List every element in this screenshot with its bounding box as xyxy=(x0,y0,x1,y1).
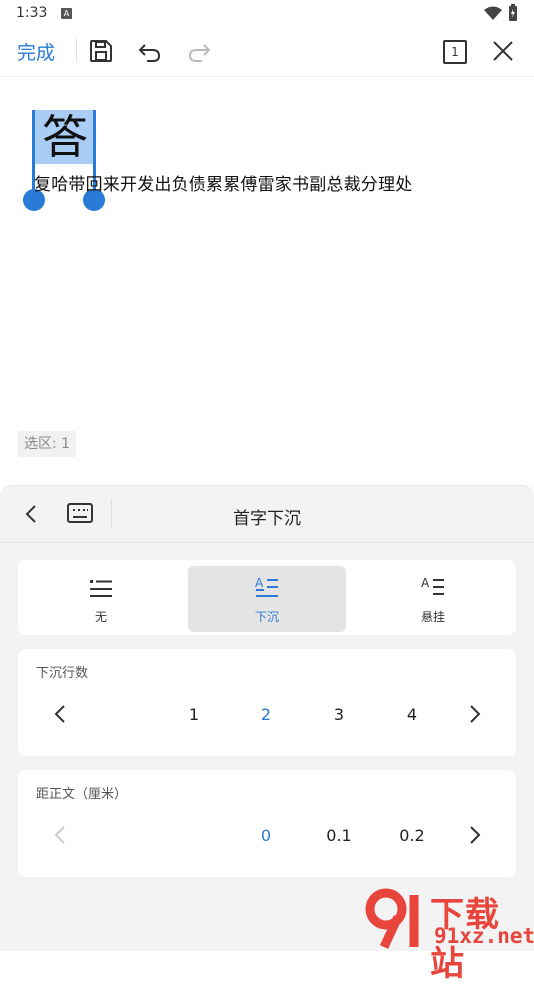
drop-lines-option-1[interactable]: 1 xyxy=(174,705,214,724)
drop-lines-card xyxy=(18,649,516,756)
option-none[interactable]: 无 xyxy=(22,566,180,632)
drop-lines-option-2[interactable]: 2 xyxy=(246,705,286,724)
status-time: 1:33 xyxy=(16,5,48,21)
save-icon[interactable] xyxy=(87,37,115,65)
drop-cap-drop-icon: A xyxy=(255,576,278,597)
watermark-logo-icon xyxy=(365,888,419,949)
svg-text:A: A xyxy=(255,576,264,590)
drop-lines-option-4[interactable]: 4 xyxy=(392,705,432,724)
panel-title: 首字下沉 xyxy=(233,509,301,529)
toolbar-separator xyxy=(0,76,534,77)
svg-text:A: A xyxy=(421,576,430,590)
option-drop[interactable]: A 下沉 xyxy=(188,566,346,632)
close-icon[interactable] xyxy=(489,37,517,65)
distance-option-0[interactable]: 0 xyxy=(246,826,286,845)
drop-lines-next-icon[interactable] xyxy=(464,703,486,725)
drop-cap-hanging-icon: A xyxy=(421,576,444,595)
distance-option-0-2[interactable]: 0.2 xyxy=(392,826,432,845)
page-indicator-button[interactable]: 1 xyxy=(443,40,467,64)
notification-icon: A xyxy=(61,8,72,19)
drop-lines-prev-icon[interactable] xyxy=(49,703,71,725)
done-button[interactable]: 完成 xyxy=(17,38,55,65)
distance-prev-icon[interactable] xyxy=(49,824,71,846)
watermark-url: 91xz.net xyxy=(434,924,534,948)
wifi-icon xyxy=(484,6,502,20)
selection-info-badge: 选区: 1 xyxy=(18,431,77,457)
distance-next-icon[interactable] xyxy=(464,824,486,846)
panel-header-line xyxy=(0,542,534,543)
distance-option-0-1[interactable]: 0.1 xyxy=(319,826,359,845)
drop-lines-option-3[interactable]: 3 xyxy=(319,705,359,724)
document-body-text[interactable]: 复哈带回来开发出负债累累傅雷家书副总裁分理处 xyxy=(34,170,412,195)
redo-icon[interactable] xyxy=(185,37,213,65)
drop-cap-character[interactable]: 答 xyxy=(34,110,96,164)
undo-icon[interactable] xyxy=(136,37,164,65)
option-hanging-label: 悬挂 xyxy=(420,610,445,624)
option-drop-label: 下沉 xyxy=(254,610,279,624)
drop-cap-none-icon xyxy=(90,580,112,597)
option-none-label: 无 xyxy=(94,610,107,624)
option-hanging[interactable]: A 悬挂 xyxy=(354,566,512,632)
battery-icon xyxy=(509,4,517,21)
drop-lines-label: 下沉行数 xyxy=(36,666,89,681)
distance-label: 距正文（厘米） xyxy=(36,787,128,802)
toolbar-divider xyxy=(76,38,77,62)
